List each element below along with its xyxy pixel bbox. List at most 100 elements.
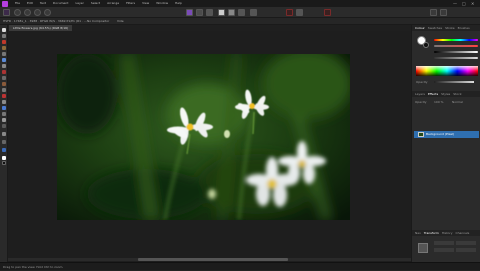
layer-opacity-value[interactable]: 100 % [434, 100, 444, 104]
transform-w-field[interactable] [434, 248, 454, 252]
move-tool-icon[interactable] [2, 28, 6, 32]
context-sub-text: Vide [117, 19, 124, 23]
dodge-icon[interactable] [2, 82, 6, 86]
selection-icon[interactable] [228, 9, 235, 16]
menu-help[interactable]: Help [175, 0, 182, 7]
menu-window[interactable]: Window [156, 0, 168, 7]
tab-brushes[interactable]: Brushes [458, 25, 470, 31]
menu-arrange[interactable]: Arrange [107, 0, 119, 7]
marquee-icon[interactable] [2, 64, 6, 68]
layer-thumbnail [418, 132, 424, 137]
snapping-icon[interactable] [286, 9, 293, 16]
pen-tool-icon[interactable] [2, 106, 6, 110]
zoom-tool-icon[interactable] [2, 132, 6, 136]
menu-file[interactable]: File [15, 0, 20, 7]
lightness-slider[interactable] [434, 51, 478, 53]
tab-styles[interactable]: Styles [441, 91, 450, 97]
insert-icon[interactable] [250, 9, 257, 16]
persona-photo-icon[interactable] [3, 9, 10, 16]
maximize-button[interactable]: □ [462, 0, 466, 7]
app-logo-icon[interactable] [2, 0, 8, 7]
menu-view[interactable]: View [142, 0, 149, 7]
stroke-color-circle[interactable] [423, 42, 429, 48]
saturation-slider[interactable] [434, 45, 478, 47]
opacity-label: Opacity [416, 80, 428, 84]
menu-document[interactable]: Document [53, 0, 69, 7]
photo-canvas[interactable] [57, 54, 350, 220]
menu-select[interactable]: Select [91, 0, 100, 7]
persona-liquify-icon[interactable] [14, 9, 21, 16]
transform-h-field[interactable] [456, 248, 476, 252]
clone-icon[interactable] [2, 88, 6, 92]
menu-layer[interactable]: Layer [75, 0, 83, 7]
color-panel-tabs: Colour Swatches Stroke Brushes [412, 25, 480, 31]
tab-layers[interactable]: Layers [415, 91, 425, 97]
layers-panel-tabs: Layers Effects Styles Stock [412, 91, 480, 97]
hand-tool-icon[interactable] [2, 140, 6, 144]
history-icon[interactable] [324, 9, 331, 16]
hue-slider[interactable] [434, 39, 478, 41]
tab-history[interactable]: History [442, 230, 453, 236]
navigator-panel-tabs: Nav Transform History Channels [412, 230, 480, 236]
view-mode-icon[interactable] [440, 9, 447, 16]
paint-brush-icon[interactable] [2, 70, 6, 74]
horizontal-scrollbar[interactable] [8, 258, 411, 261]
background-color-swatch[interactable] [2, 161, 6, 165]
context-left-text: HSFR · 1748x_1 · 3988 · RFGR W/S · 3669 … [3, 19, 87, 23]
arrange-icon[interactable] [430, 9, 437, 16]
alpha-slider[interactable] [434, 57, 478, 59]
gradient-icon[interactable] [2, 124, 6, 128]
close-button[interactable]: ✕ [471, 0, 474, 7]
tab-effects[interactable]: Effects [428, 91, 438, 97]
text-tool-icon[interactable] [2, 118, 6, 122]
mode-icon-3[interactable] [206, 9, 213, 16]
refine-icon[interactable] [238, 9, 245, 16]
main-toolbar [0, 7, 480, 18]
brush-tool-icon[interactable] [2, 46, 6, 50]
canvas-area[interactable] [8, 31, 411, 262]
minimize-button[interactable]: — [453, 0, 457, 7]
menu-filters[interactable]: Filters [126, 0, 135, 7]
tab-nav[interactable]: Nav [415, 230, 421, 236]
flower-photo [57, 54, 350, 220]
tab-swatches[interactable]: Swatches [428, 25, 442, 31]
layer-row[interactable]: Background (Pixel) [414, 131, 479, 138]
tab-stock[interactable]: Stock [453, 91, 461, 97]
tab-colour[interactable]: Colour [415, 25, 425, 31]
transform-y-field[interactable] [456, 241, 476, 245]
status-bar: Drag to pan the view. Hold Ctrl to zoom. [0, 262, 480, 270]
persona-export-icon[interactable] [44, 9, 51, 16]
tools-panel [0, 25, 8, 262]
transform-x-field[interactable] [434, 241, 454, 245]
blur-icon[interactable] [2, 100, 6, 104]
tab-channels[interactable]: Channels [455, 230, 469, 236]
flood-fill-icon[interactable] [2, 52, 6, 56]
crop-tool-icon[interactable] [2, 40, 6, 44]
persona-develop-icon[interactable] [24, 9, 31, 16]
selection-brush-icon[interactable] [2, 58, 6, 62]
red-eye-icon[interactable] [2, 94, 6, 98]
layer-opacity-label: Opacity [415, 100, 427, 104]
shape-tool-icon[interactable] [2, 112, 6, 116]
assistant-icon[interactable] [296, 9, 303, 16]
quick-mask-icon[interactable] [218, 9, 225, 16]
color-picker-icon[interactable] [2, 148, 6, 152]
menu-edit[interactable]: Edit [27, 0, 33, 7]
blend-mode-dropdown[interactable]: Normal [452, 100, 463, 104]
tab-transform[interactable]: Transform [424, 230, 439, 236]
context-toolbar: HSFR · 1748x_1 · 3988 · RFGR W/S · 3669 … [0, 18, 480, 25]
persona-tone-map-icon[interactable] [34, 9, 41, 16]
studio-panel: Colour Swatches Stroke Brushes Opacity L… [411, 25, 480, 262]
tab-stroke[interactable]: Stroke [445, 25, 455, 31]
layer-name: Background (Pixel) [426, 132, 455, 136]
opacity-slider[interactable] [434, 81, 474, 83]
view-tool-icon[interactable] [2, 34, 6, 38]
eraser-icon[interactable] [2, 76, 6, 80]
mode-icon-1[interactable] [186, 9, 193, 16]
foreground-color-swatch[interactable] [2, 156, 6, 160]
mode-icon-2[interactable] [196, 9, 203, 16]
compositor-dropdown[interactable]: No Compositor [87, 18, 109, 25]
menu-text[interactable]: Text [40, 0, 46, 7]
scrollbar-thumb[interactable] [138, 258, 288, 261]
transform-anchor-icon[interactable] [418, 243, 428, 253]
